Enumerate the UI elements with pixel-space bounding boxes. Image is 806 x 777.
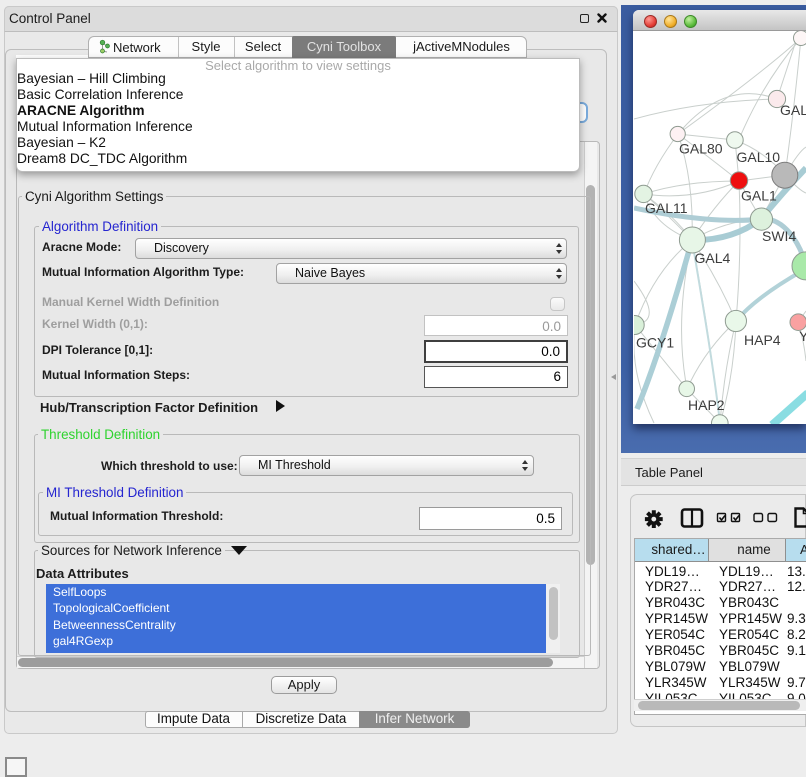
svg-text:GAL1: GAL1 xyxy=(741,188,777,204)
svg-text:GCY1: GCY1 xyxy=(636,335,674,351)
svg-text:GAL11: GAL11 xyxy=(645,200,688,216)
svg-text:GAL7: GAL7 xyxy=(780,102,806,118)
svg-text:SWI4: SWI4 xyxy=(762,228,796,244)
svg-text:Y: Y xyxy=(799,328,806,344)
svg-text:GAL80: GAL80 xyxy=(679,141,723,157)
svg-text:HAP4: HAP4 xyxy=(744,332,781,348)
svg-text:HAP2: HAP2 xyxy=(688,397,725,413)
svg-text:GAL10: GAL10 xyxy=(737,149,781,165)
svg-text:GAL4: GAL4 xyxy=(695,250,731,266)
